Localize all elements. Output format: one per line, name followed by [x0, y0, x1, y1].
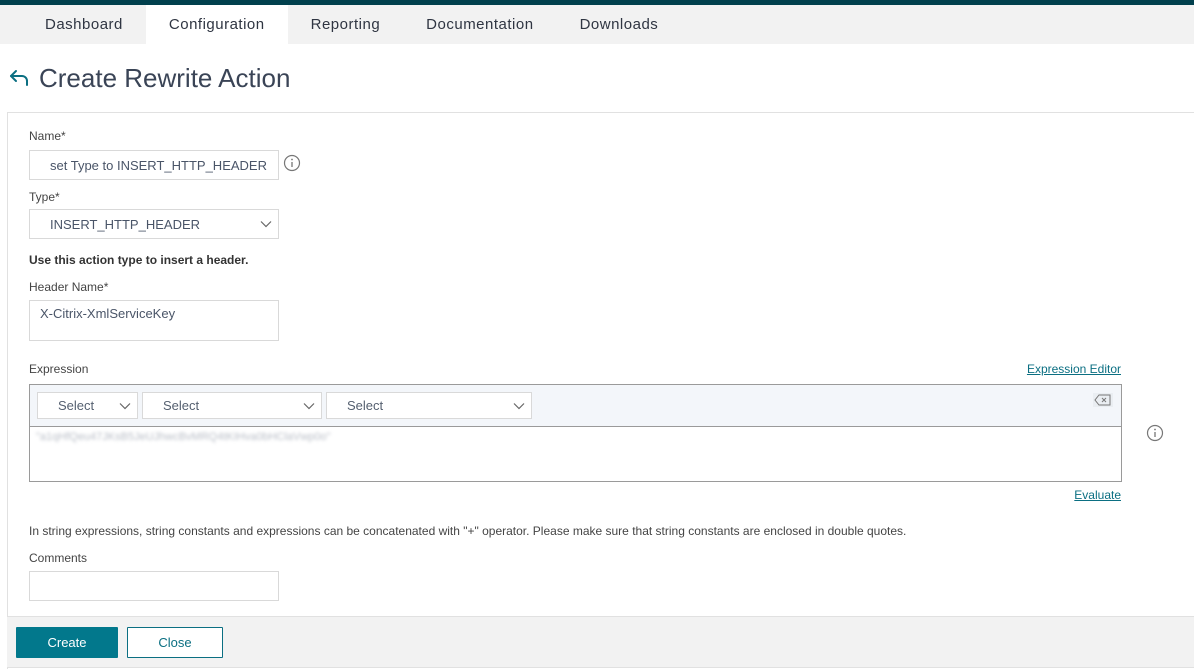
type-select[interactable]: INSERT_HTTP_HEADER: [29, 209, 279, 239]
clear-expression-icon[interactable]: [1093, 393, 1113, 407]
expression-select-1[interactable]: Select: [37, 392, 138, 419]
chevron-down-icon: [119, 402, 131, 409]
type-select-value: INSERT_HTTP_HEADER: [50, 216, 201, 232]
expression-select-3[interactable]: Select: [326, 392, 532, 419]
expression-select-2[interactable]: Select: [142, 392, 322, 419]
expression-select-2-value: Select: [163, 398, 200, 413]
expression-select-3-value: Select: [347, 398, 384, 413]
comments-label: Comments: [29, 551, 88, 565]
form-panel: Name* set Type to INSERT_HTTP_HEADER Typ…: [7, 112, 1194, 669]
chevron-down-icon: [260, 221, 272, 228]
page-title: Create Rewrite Action: [39, 62, 291, 93]
expression-select-1-value: Select: [58, 398, 95, 413]
tab-configuration[interactable]: Configuration: [145, 5, 288, 44]
name-label: Name*: [29, 129, 66, 143]
expression-info-icon[interactable]: [1146, 424, 1164, 442]
expression-box: Select Select Select "a1qHfQeu47JKsB5JeU…: [29, 384, 1122, 482]
header-name-input[interactable]: X-Citrix-XmlServiceKey: [29, 300, 279, 341]
tab-downloads[interactable]: Downloads: [557, 5, 682, 44]
expression-label: Expression: [29, 362, 89, 376]
type-note: Use this action type to insert a header.: [29, 253, 249, 267]
type-label: Type*: [29, 190, 60, 204]
comments-input[interactable]: [29, 571, 279, 601]
header-name-value: X-Citrix-XmlServiceKey: [40, 306, 176, 321]
close-button[interactable]: Close: [127, 627, 223, 658]
form-footer: Create Close: [7, 616, 1194, 668]
name-input-value: set Type to INSERT_HTTP_HEADER: [50, 157, 267, 173]
chevron-down-icon: [303, 402, 315, 409]
page-header: Create Rewrite Action: [0, 44, 1194, 112]
name-info-icon[interactable]: [283, 154, 301, 172]
tab-documentation[interactable]: Documentation: [403, 5, 556, 44]
expression-textarea[interactable]: "a1qHfQeu47JKsB5JeUJhwcBvMRQ4tKIHva0bHCl…: [36, 431, 331, 443]
chevron-down-icon: [513, 402, 525, 409]
expression-hint: In string expressions, string constants …: [29, 524, 907, 538]
create-button[interactable]: Create: [16, 627, 118, 658]
expression-editor-link[interactable]: Expression Editor: [1027, 362, 1121, 376]
expression-toolbar: Select Select Select: [30, 385, 1121, 427]
back-arrow-icon[interactable]: [7, 66, 31, 90]
name-input[interactable]: set Type to INSERT_HTTP_HEADER: [29, 150, 279, 180]
header-name-label: Header Name*: [29, 280, 109, 294]
tab-dashboard[interactable]: Dashboard: [22, 5, 146, 44]
evaluate-link[interactable]: Evaluate: [1074, 488, 1121, 502]
main-nav: Dashboard Configuration Reporting Docume…: [0, 5, 1194, 44]
tab-reporting[interactable]: Reporting: [288, 5, 404, 44]
